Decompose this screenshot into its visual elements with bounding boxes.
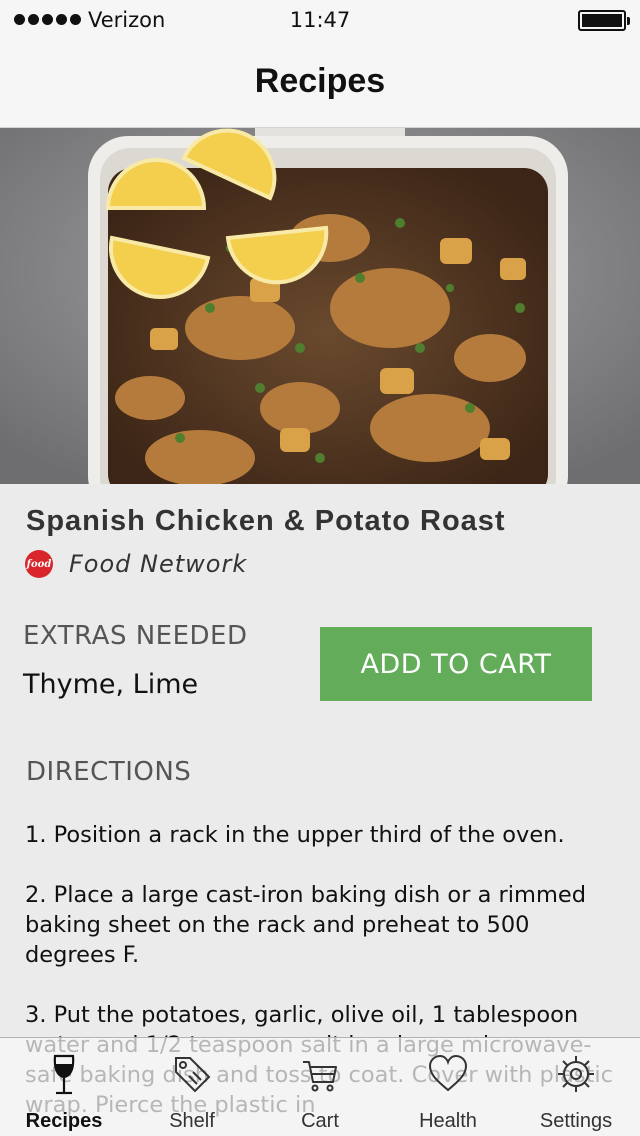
tab-recipes[interactable]: Recipes [0,1038,128,1136]
status-time: 11:47 [289,8,351,32]
tab-label: Shelf [169,1110,215,1132]
tab-label: Recipes [25,1110,103,1132]
direction-step: 1. Position a rack in the upper third of… [25,822,565,848]
battery-full-icon [578,10,630,31]
tab-bar: Recipes Shelf Cart Health Settings [0,1037,640,1136]
tab-shelf[interactable]: Shelf [128,1038,256,1136]
tab-cart[interactable]: Cart [256,1038,384,1136]
status-bar: Verizon 11:47 [0,0,640,40]
source-name[interactable]: Food Network [69,550,247,578]
recipe-source[interactable]: food Food Network [25,549,247,579]
tab-label: Cart [301,1110,339,1132]
recipe-photo [0,128,640,484]
cart-icon [303,1061,337,1092]
direction-step: 2. Place a large cast-iron baking dish o… [25,882,586,968]
navigation-bar: Recipes [0,40,640,128]
price-tag-icon [175,1057,211,1093]
heart-icon [428,1054,468,1092]
tab-settings[interactable]: Settings [512,1038,640,1136]
gear-icon [558,1056,594,1092]
recipe-title: Spanish Chicken & Potato Roast [26,505,506,537]
wine-glass-icon [53,1054,75,1095]
food-network-logo: food [25,550,53,578]
extras-needed-label: EXTRAS NEEDED [23,621,248,651]
tab-label: Health [419,1110,477,1132]
directions-label: DIRECTIONS [26,757,192,787]
extras-needed-value: Thyme, Lime [23,669,199,700]
tab-health[interactable]: Health [384,1038,512,1136]
page-title: Recipes [254,62,386,100]
add-to-cart-button[interactable]: ADD TO CART [320,627,592,701]
tab-label: Settings [539,1110,613,1132]
